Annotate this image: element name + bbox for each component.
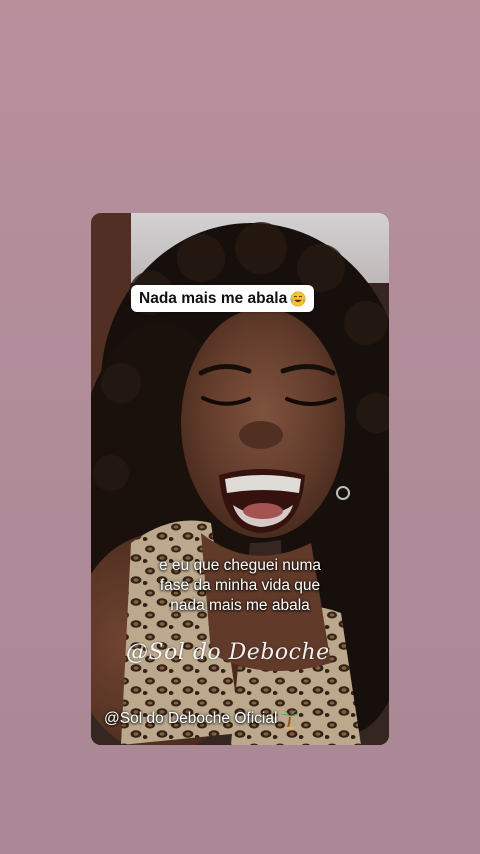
subtitle-line: fase da minha vida que (159, 577, 321, 594)
account-handle[interactable]: @Sol do Deboche Oficial (104, 709, 299, 729)
palm-tree-icon (281, 710, 299, 729)
face-with-tears-of-joy-icon (290, 291, 306, 306)
subtitle-line: nada mais me abala (170, 597, 310, 614)
subtitle-line: e eu que cheguei numa (158, 557, 322, 574)
caption-sticker: Nada mais me abala (131, 285, 315, 312)
story-screen: Nada mais me abala e eu que cheguei numa… (0, 0, 480, 854)
watermark-text: @Sol do Deboche (126, 640, 330, 665)
account-handle-text: @Sol do Deboche Oficial (104, 710, 278, 727)
caption-sticker-text: Nada mais me abala (139, 289, 288, 307)
subtitle-text: e eu que cheguei numa fase da minha vida… (120, 556, 360, 616)
